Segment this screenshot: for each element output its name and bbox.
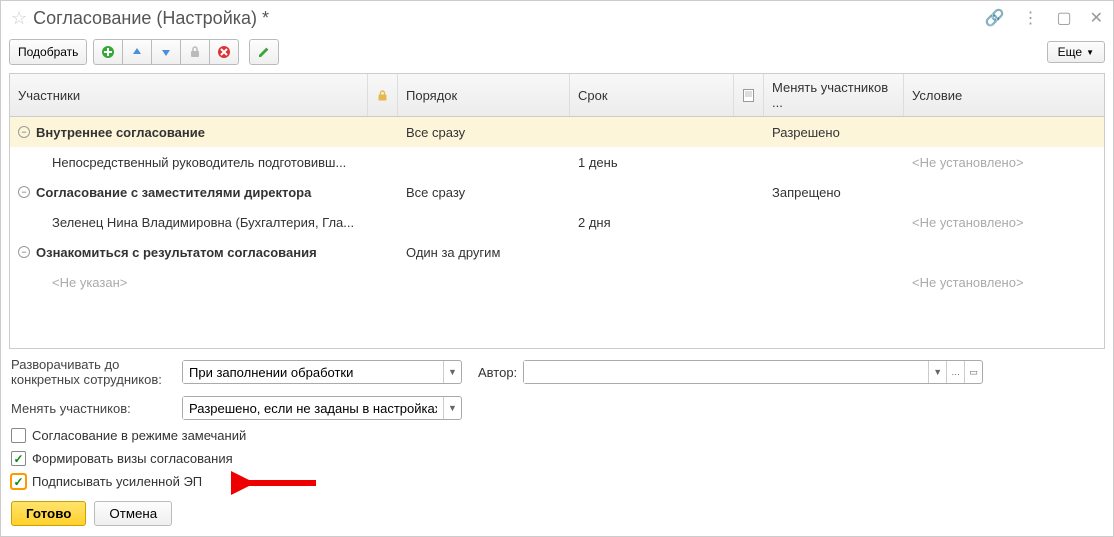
- chevron-down-icon[interactable]: ▼: [928, 361, 946, 383]
- table-row[interactable]: Непосредственный руководитель подготовив…: [10, 147, 1104, 177]
- author-label: Автор:: [478, 365, 517, 380]
- column-change[interactable]: Менять участников ...: [764, 74, 904, 116]
- participant-text: <Не указан>: [52, 275, 127, 290]
- delete-button[interactable]: [209, 39, 239, 65]
- lock-button[interactable]: [180, 39, 210, 65]
- cell: 2 дня: [570, 215, 734, 230]
- cell: Разрешено: [764, 125, 904, 140]
- form-visas-checkbox[interactable]: ✓: [11, 451, 26, 466]
- column-deadline[interactable]: Срок: [570, 74, 734, 116]
- ellipsis-button[interactable]: …: [946, 361, 964, 383]
- participant-text: Зеленец Нина Владимировна (Бухгалтерия, …: [52, 215, 354, 230]
- chevron-down-icon[interactable]: ▼: [443, 397, 461, 419]
- change-participants-select[interactable]: ▼: [182, 396, 462, 420]
- open-button[interactable]: ▭: [964, 361, 982, 383]
- add-button[interactable]: [93, 39, 123, 65]
- participant-text: Ознакомиться с результатом согласования: [36, 245, 317, 260]
- sign-ep-checkbox[interactable]: ✓: [11, 474, 26, 489]
- participant-text: Внутреннее согласование: [36, 125, 205, 140]
- column-lock-icon[interactable]: [368, 74, 398, 116]
- change-participants-input[interactable]: [183, 397, 443, 419]
- close-icon[interactable]: ✕: [1090, 8, 1103, 28]
- author-select[interactable]: ▼ … ▭: [523, 360, 983, 384]
- column-order[interactable]: Порядок: [398, 74, 570, 116]
- cell: Запрещено: [764, 185, 904, 200]
- more-button[interactable]: Еще▼: [1047, 41, 1105, 63]
- cancel-button[interactable]: Отмена: [94, 501, 172, 526]
- select-button[interactable]: Подобрать: [9, 39, 87, 65]
- table-row[interactable]: Зеленец Нина Владимировна (Бухгалтерия, …: [10, 207, 1104, 237]
- edit-button[interactable]: [249, 39, 279, 65]
- chevron-down-icon[interactable]: ▼: [443, 361, 461, 383]
- column-participants[interactable]: Участники: [10, 74, 368, 116]
- table-row[interactable]: −Ознакомиться с результатом согласования…: [10, 237, 1104, 267]
- participants-tree[interactable]: Участники Порядок Срок Менять участников…: [9, 73, 1105, 349]
- participant-text: Непосредственный руководитель подготовив…: [52, 155, 346, 170]
- table-row[interactable]: −Внутреннее согласование Все сразу Разреше…: [10, 117, 1104, 147]
- tree-toggle-icon[interactable]: −: [18, 126, 30, 138]
- cell: <Не установлено>: [904, 215, 1049, 230]
- column-condition[interactable]: Условие: [904, 74, 1049, 116]
- ok-button[interactable]: Готово: [11, 501, 86, 526]
- tree-toggle-icon[interactable]: −: [18, 246, 30, 258]
- form-visas-label: Формировать визы согласования: [32, 451, 233, 466]
- table-row[interactable]: −Согласование с заместителями директора В…: [10, 177, 1104, 207]
- favorite-star-icon[interactable]: ☆: [11, 8, 27, 29]
- cell: Все сразу: [398, 185, 570, 200]
- expand-input[interactable]: [183, 361, 443, 383]
- link-icon[interactable]: 🔗: [985, 8, 1005, 28]
- change-participants-label: Менять участников:: [11, 401, 176, 416]
- participant-text: Согласование с заместителями директора: [36, 185, 311, 200]
- tree-toggle-icon[interactable]: −: [18, 186, 30, 198]
- expand-label: Разворачивать до конкретных сотрудников:: [11, 357, 176, 388]
- maximize-icon[interactable]: ▢: [1056, 8, 1071, 28]
- table-row[interactable]: <Не указан> <Не установлено>: [10, 267, 1104, 297]
- column-doc-icon[interactable]: [734, 74, 764, 116]
- sign-ep-label: Подписывать усиленной ЭП: [32, 474, 202, 489]
- kebab-icon[interactable]: ⋮: [1022, 8, 1038, 28]
- cell: Один за другим: [398, 245, 570, 260]
- cell: <Не установлено>: [904, 275, 1049, 290]
- move-down-button[interactable]: [151, 39, 181, 65]
- cell: <Не установлено>: [904, 155, 1049, 170]
- comments-mode-checkbox[interactable]: [11, 428, 26, 443]
- comments-mode-label: Согласование в режиме замечаний: [32, 428, 246, 443]
- window-title: Согласование (Настройка) *: [33, 8, 984, 29]
- expand-select[interactable]: ▼: [182, 360, 462, 384]
- author-input[interactable]: [524, 361, 928, 383]
- cell: Все сразу: [398, 125, 570, 140]
- move-up-button[interactable]: [122, 39, 152, 65]
- cell: 1 день: [570, 155, 734, 170]
